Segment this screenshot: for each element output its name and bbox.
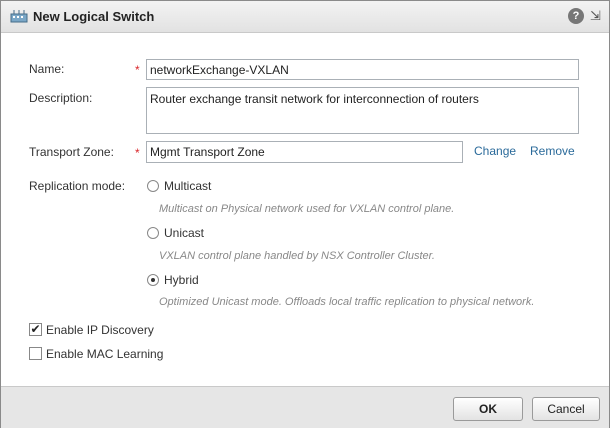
description-textarea[interactable]: Router exchange transit network for inte… [146, 87, 579, 134]
hybrid-radio-selected-dot [151, 278, 155, 282]
help-icon[interactable]: ? [568, 8, 584, 24]
enable-mac-learning-checkbox[interactable] [29, 347, 42, 360]
dialog-footer: OK Cancel [1, 386, 609, 428]
dialog-titlebar: New Logical Switch ? ⇲ [1, 1, 609, 33]
name-input[interactable]: networkExchange-VXLAN [146, 59, 579, 80]
unicast-hint: VXLAN control plane handled by NSX Contr… [159, 250, 435, 262]
enable-mac-learning-label: Enable MAC Learning [46, 347, 164, 361]
hybrid-hint: Optimized Unicast mode. Offloads local t… [159, 296, 535, 308]
transport-zone-input[interactable]: Mgmt Transport Zone [146, 141, 463, 163]
transport-zone-label: Transport Zone: [29, 145, 114, 159]
multicast-radio[interactable] [147, 180, 159, 192]
multicast-hint: Multicast on Physical network used for V… [159, 203, 455, 215]
new-logical-switch-dialog: New Logical Switch ? ⇲ Name: * networkEx… [0, 0, 610, 428]
name-label: Name: [29, 62, 65, 76]
enable-ip-discovery-checkbox[interactable]: ✔ [29, 323, 42, 336]
description-label: Description: [29, 91, 93, 105]
unicast-radio[interactable] [147, 227, 159, 239]
multicast-label: Multicast [164, 179, 212, 193]
unicast-label: Unicast [164, 226, 205, 240]
expand-icon[interactable]: ⇲ [590, 9, 601, 23]
enable-ip-discovery-label: Enable IP Discovery [46, 323, 154, 337]
cancel-button[interactable]: Cancel [532, 397, 600, 421]
name-required-mark: * [135, 63, 140, 77]
logical-switch-icon [10, 10, 28, 23]
change-transport-zone-link[interactable]: Change [474, 144, 516, 158]
replication-mode-label: Replication mode: [29, 179, 126, 193]
hybrid-label: Hybrid [164, 273, 199, 287]
remove-transport-zone-link[interactable]: Remove [530, 144, 575, 158]
ok-button[interactable]: OK [453, 397, 523, 421]
dialog-title: New Logical Switch [33, 9, 155, 24]
transport-zone-required-mark: * [135, 146, 140, 160]
hybrid-radio[interactable] [147, 274, 159, 286]
